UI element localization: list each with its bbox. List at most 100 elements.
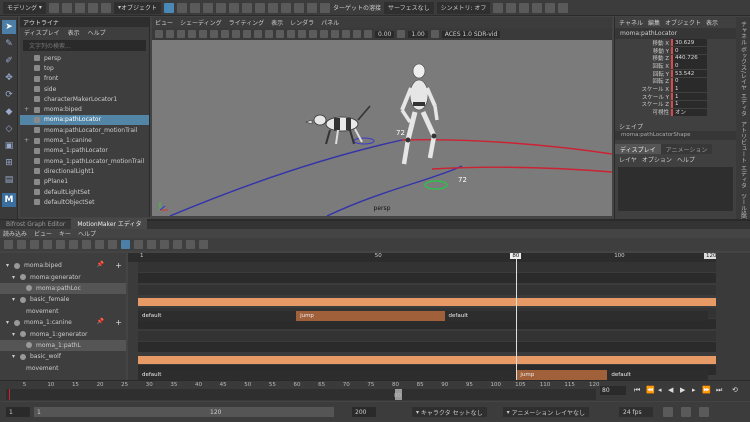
outliner-item[interactable]: pPlane1 <box>20 177 149 187</box>
outliner-item[interactable]: moma_1:pathLocator <box>20 146 149 156</box>
outliner-item[interactable]: defaultObjectSet <box>20 197 149 207</box>
step-back-key-icon[interactable]: ⏪ <box>646 386 655 394</box>
channel-value-field[interactable]: 1 <box>671 100 707 108</box>
pin-icon[interactable]: 📌 <box>97 261 104 268</box>
outliner-menu-show[interactable]: 表示 <box>68 28 80 37</box>
symmetry-dropdown[interactable]: シンメトリ: オフ <box>436 1 491 14</box>
four-view-icon[interactable]: ⊞ <box>2 156 16 170</box>
tab-display[interactable]: ディスプレイ <box>615 143 661 154</box>
tab-motionmaker-editor[interactable]: MotionMaker エディタ <box>71 218 148 229</box>
lights-icon[interactable] <box>276 30 284 38</box>
last-tool-icon[interactable]: ◇ <box>2 122 16 136</box>
outliner-search-input[interactable]: 文字列の検索... <box>23 40 146 51</box>
anim-end-field[interactable]: 200 <box>352 407 376 417</box>
track-row[interactable]: ▾ moma:biped 📌 + <box>0 260 126 271</box>
channel-value-field[interactable]: オン <box>671 108 707 116</box>
mm-path-icon[interactable] <box>134 240 143 249</box>
outliner-item[interactable]: moma:pathLocator_motionTrail <box>20 125 149 135</box>
bookmark-icon[interactable] <box>177 30 185 38</box>
outliner-item[interactable]: moma:pathLocator <box>20 114 149 126</box>
expand-toggle-icon[interactable]: + <box>24 106 30 113</box>
viewport-menu-panels[interactable]: パネル <box>321 18 339 27</box>
layer-menu-help[interactable]: ヘルプ <box>677 155 695 164</box>
track-row[interactable]: moma_1:pathL <box>0 339 126 352</box>
camera-select-icon[interactable] <box>155 30 163 38</box>
channel-row[interactable]: 回転 X0 <box>615 62 736 70</box>
resolution-gate-icon[interactable] <box>221 30 229 38</box>
channel-value-field[interactable]: 30.629 <box>671 39 707 47</box>
channel-row[interactable]: スケール Z1 <box>615 100 736 108</box>
step-forward-frame-icon[interactable]: ▸ <box>692 386 696 394</box>
outliner-item[interactable]: + moma:biped <box>20 104 149 114</box>
tool-settings-icon[interactable] <box>558 2 569 13</box>
mm-refresh-icon[interactable] <box>173 240 182 249</box>
mm-delete-icon[interactable] <box>30 240 39 249</box>
track-row[interactable]: movement <box>0 306 126 317</box>
xray-joints-icon[interactable] <box>353 30 361 38</box>
motion-clip[interactable]: jump <box>296 311 445 321</box>
camera-icon[interactable] <box>493 2 504 13</box>
channel-value-field[interactable]: 0 <box>671 77 707 85</box>
collapse-arrow-icon[interactable]: ▾ <box>6 319 14 326</box>
snap-view-icon[interactable] <box>241 2 252 13</box>
camera-attr-icon[interactable] <box>166 30 174 38</box>
timeline-row[interactable] <box>138 262 716 272</box>
single-view-icon[interactable]: ▣ <box>2 139 16 153</box>
save-scene-icon[interactable] <box>74 2 85 13</box>
move-tool-icon[interactable]: ✥ <box>2 71 16 85</box>
expand-toggle-icon[interactable]: + <box>24 137 30 144</box>
mm-filter-icon[interactable] <box>160 240 169 249</box>
outliner-item[interactable]: front <box>20 74 149 84</box>
mm-menu-view[interactable]: ビュー <box>34 229 52 238</box>
smooth-shade-icon[interactable] <box>254 30 262 38</box>
outliner-item[interactable]: + moma_1:canine <box>20 135 149 145</box>
loop-icon[interactable]: ⟲ <box>732 386 738 394</box>
motion-clip[interactable]: default <box>607 370 708 380</box>
fps-dropdown[interactable]: 24 fps <box>619 407 654 417</box>
collapse-arrow-icon[interactable]: ▾ <box>12 296 20 303</box>
collapse-arrow-icon[interactable]: ▾ <box>12 331 20 338</box>
playhead-line[interactable] <box>516 253 518 380</box>
snap-grid-icon[interactable] <box>202 2 213 13</box>
mm-menu-key[interactable]: キー <box>59 229 71 238</box>
lasso-tool-icon[interactable]: ✎ <box>2 37 16 51</box>
scale-tool-icon[interactable]: ◆ <box>2 105 16 119</box>
side-tab-channel-box[interactable]: チャネル ボックス/レイヤ エディタ <box>739 21 748 117</box>
track-row[interactable]: ▾ moma_1:generator <box>0 328 126 339</box>
history-icon[interactable] <box>267 2 278 13</box>
current-frame-field[interactable]: 80 <box>600 386 626 395</box>
mm-view-icon[interactable] <box>186 240 195 249</box>
character-set-dropdown[interactable]: ▾ キャラクタ セットなし <box>412 407 487 417</box>
antialias-icon[interactable] <box>320 30 328 38</box>
exposure-field[interactable]: 0.00 <box>375 30 395 38</box>
channel-menu-channels[interactable]: チャネル <box>619 18 643 27</box>
ipr-icon[interactable] <box>293 2 304 13</box>
mm-zoom-icon[interactable] <box>95 240 104 249</box>
timeline-ruler[interactable]: 1 50 100 120 <box>128 253 716 262</box>
track-row[interactable]: ▾ basic_female <box>0 294 126 305</box>
panel-layout-icon[interactable] <box>519 2 530 13</box>
select-hierarchy-icon[interactable] <box>163 2 174 13</box>
channel-value-field[interactable]: 1 <box>671 85 707 93</box>
exposure-icon[interactable] <box>364 30 372 38</box>
play-backward-icon[interactable]: ◀ <box>668 386 673 394</box>
play-forward-icon[interactable]: ▶ <box>680 386 685 394</box>
mm-auto-icon[interactable] <box>121 240 130 249</box>
light-icon[interactable] <box>506 2 517 13</box>
timeline-row[interactable] <box>138 331 716 341</box>
motionmaker-timeline[interactable]: 1 50 100 120 default jump default default jump d… <box>128 253 716 380</box>
textured-icon[interactable] <box>265 30 273 38</box>
autokey-icon[interactable] <box>699 407 710 417</box>
motion-clip[interactable]: jump <box>516 370 608 380</box>
open-scene-icon[interactable] <box>61 2 72 13</box>
color-space-dropdown[interactable]: ACES 1.0 SDR-vid <box>441 30 501 38</box>
channel-value-field[interactable]: 0 <box>671 47 707 55</box>
channel-row[interactable]: 可視性 オン <box>615 108 736 116</box>
channel-row[interactable]: 移動 Z 440.726 <box>615 54 736 62</box>
gamma-field[interactable]: 1.00 <box>408 30 428 38</box>
timeline-row[interactable] <box>138 273 716 283</box>
surface-dropdown[interactable]: サーフェスなし <box>383 1 434 14</box>
mm-export-icon[interactable] <box>199 240 208 249</box>
outliner-item[interactable]: top <box>20 63 149 73</box>
ruler-end-marker[interactable]: 120 <box>704 253 716 259</box>
